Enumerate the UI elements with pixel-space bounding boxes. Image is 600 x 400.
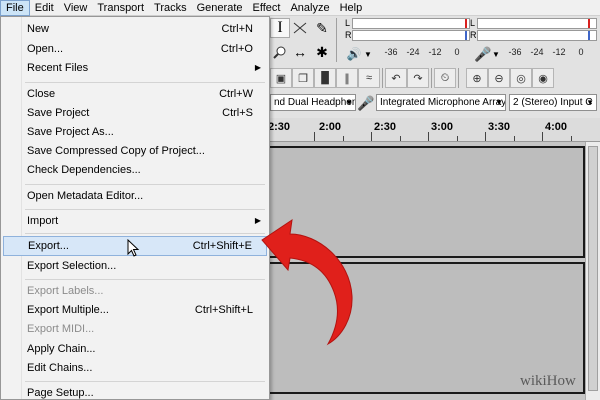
timeline-label: 2:30 xyxy=(268,121,291,133)
selection-tool-icon[interactable]: I xyxy=(270,18,290,38)
menu-item-export-labels: Export Labels... xyxy=(27,285,104,297)
wikihow-watermark: wikiHow xyxy=(520,373,576,389)
scrollbar-thumb[interactable] xyxy=(588,146,598,391)
menu-item-save-compressed-copy[interactable]: Save Compressed Copy of Project... xyxy=(3,141,267,161)
menu-item-open[interactable]: Open... Ctrl+O xyxy=(3,39,267,59)
microphone-icon: 🎤 xyxy=(357,94,375,111)
menu-effect[interactable]: Effect xyxy=(248,0,286,16)
timeline-label: 3:30 xyxy=(488,121,511,133)
menu-item-save-project-as[interactable]: Save Project As... xyxy=(3,122,267,142)
menu-bar: File Edit View Transport Tracks Generate… xyxy=(0,0,600,16)
timeshift-tool-icon[interactable]: ↔ xyxy=(290,42,310,62)
right-channel-label: R xyxy=(345,30,352,40)
menu-generate[interactable]: Generate xyxy=(192,0,248,16)
menu-file[interactable]: File xyxy=(0,0,30,16)
menu-item-edit-chains[interactable]: Edit Chains... xyxy=(3,358,267,378)
fit-selection-icon[interactable]: ◎ xyxy=(510,68,532,88)
menu-item-new[interactable]: New Ctrl+N xyxy=(3,19,267,39)
menu-item-apply-chain[interactable]: Apply Chain... xyxy=(3,339,267,359)
timeline-label: 2:00 xyxy=(319,121,342,133)
playback-device-select[interactable]: nd Dual Headphone ▼ xyxy=(270,94,356,111)
vertical-scrollbar[interactable] xyxy=(585,142,600,400)
curved-red-arrow-icon xyxy=(261,218,353,346)
playback-meter-left xyxy=(477,18,597,29)
file-menu-dropdown: New Ctrl+N Open... Ctrl+O Recent Files ▶ Cl… xyxy=(0,16,270,400)
menu-help[interactable]: Help xyxy=(335,0,368,16)
copy-icon[interactable]: ❐ xyxy=(292,68,314,88)
sync-lock-icon[interactable]: ⏲ xyxy=(434,68,456,88)
menu-item-close[interactable]: Close Ctrl+W xyxy=(3,84,267,104)
menu-edit[interactable]: Edit xyxy=(30,0,59,16)
recording-meter-right xyxy=(352,30,470,41)
timeline-label: 4:00 xyxy=(545,121,568,133)
zoom-out-icon[interactable]: ⊖ xyxy=(488,68,510,88)
recording-device-select[interactable]: Integrated Microphone Array ▼ xyxy=(376,94,506,111)
menu-item-open-metadata-editor[interactable]: Open Metadata Editor... xyxy=(3,186,267,206)
right-channel-label-playback: R xyxy=(470,30,477,40)
timeline-label: 3:00 xyxy=(431,121,454,133)
recording-meter-left xyxy=(352,18,470,29)
chevron-down-icon[interactable]: ▼ xyxy=(490,44,502,64)
trim-icon[interactable]: ▐▌ xyxy=(314,68,336,88)
menu-item-check-dependencies[interactable]: Check Dependencies... xyxy=(3,160,267,180)
menu-tracks[interactable]: Tracks xyxy=(149,0,192,16)
draw-tool-icon[interactable]: ✎ xyxy=(312,18,332,38)
zoom-in-icon[interactable]: ⊕ xyxy=(466,68,488,88)
menu-item-export-midi: Export MIDI... xyxy=(27,323,95,335)
envelope-tool-icon[interactable] xyxy=(290,18,310,38)
timeline-label: 2:30 xyxy=(374,121,397,133)
undo-icon[interactable]: ↶ xyxy=(385,68,407,88)
redo-icon[interactable]: ↷ xyxy=(407,68,429,88)
menu-item-export-selection[interactable]: Export Selection... xyxy=(3,256,267,276)
multi-tool-icon[interactable]: ✱ xyxy=(312,42,332,62)
input-channels-select[interactable]: 2 (Stereo) Input C ▼ xyxy=(509,94,597,111)
menu-item-import[interactable]: Import ▶ xyxy=(3,211,267,231)
paste-icon[interactable]: ▣ xyxy=(270,68,292,88)
silence-icon[interactable]: ∥ xyxy=(336,68,358,88)
menu-item-save-project[interactable]: Save Project Ctrl+S xyxy=(3,103,267,123)
speaker-icon[interactable]: 🔊 xyxy=(345,44,363,64)
zoom-tool-icon[interactable] xyxy=(270,42,290,62)
playback-meter-right xyxy=(477,30,597,41)
chevron-down-icon[interactable]: ▼ xyxy=(362,44,374,64)
chevron-right-icon: ▶ xyxy=(254,63,261,72)
menu-item-page-setup[interactable]: Page Setup... xyxy=(3,383,267,400)
left-channel-label-playback: L xyxy=(470,18,476,28)
menu-item-recent-files[interactable]: Recent Files ▶ xyxy=(3,58,267,78)
mouse-pointer-icon xyxy=(127,239,140,257)
playback-meter-ticks: -36 -24 -12 0 xyxy=(508,47,584,57)
menu-item-export-multiple[interactable]: Export Multiple... Ctrl+Shift+L xyxy=(3,300,267,320)
menu-analyze[interactable]: Analyze xyxy=(285,0,334,16)
recording-meter-ticks: -36 -24 -12 0 xyxy=(384,47,460,57)
fit-project-icon[interactable]: ◉ xyxy=(532,68,554,88)
menu-transport[interactable]: Transport xyxy=(92,0,149,16)
waveform-icon[interactable]: ≈ xyxy=(358,68,380,88)
menu-view[interactable]: View xyxy=(59,0,93,16)
left-channel-label: L xyxy=(345,18,351,28)
